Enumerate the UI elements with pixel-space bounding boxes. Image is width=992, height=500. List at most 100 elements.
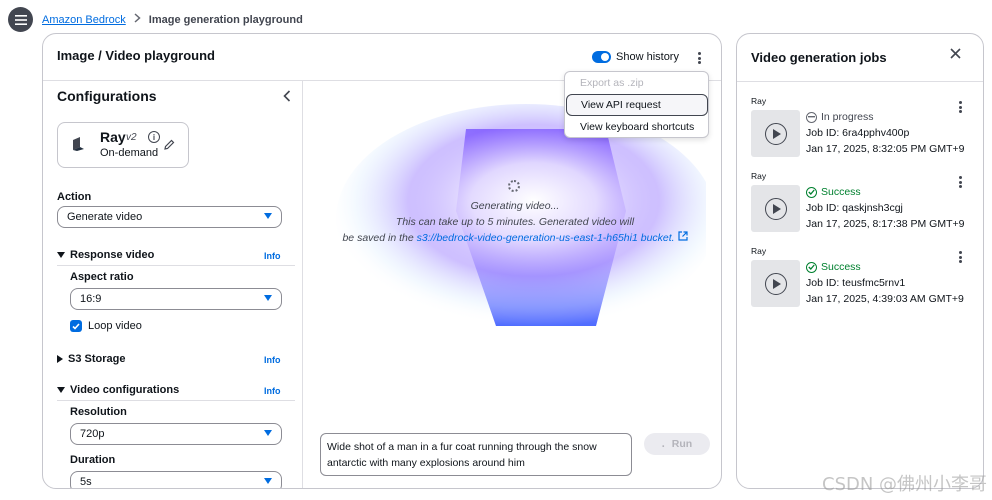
job-status: Success (806, 186, 861, 198)
model-version: v2 (126, 132, 137, 143)
info-icon[interactable]: i (148, 131, 160, 143)
breadcrumb-current: Image generation playground (148, 13, 303, 26)
job-item[interactable]: Ray Success Job ID: teusfmc5rnv1 Jan 17,… (737, 246, 983, 320)
generation-canvas: Generating video... This can take up to … (304, 81, 721, 488)
play-icon (764, 197, 787, 220)
caret-down-icon (264, 295, 272, 301)
job-id: Job ID: teusfmc5rnv1 (806, 277, 906, 289)
model-mode: On-demand (100, 147, 159, 159)
s3-storage-heading: S3 Storage (68, 353, 126, 365)
job-item[interactable]: Ray Success Job ID: qaskjnsh3cgj Jan 17,… (737, 171, 983, 245)
menu-item-view-keyboard-shortcuts[interactable]: View keyboard shortcuts (565, 116, 710, 138)
aspect-ratio-label: Aspect ratio (70, 271, 134, 283)
job-id: Job ID: qaskjnsh3cgj (806, 202, 903, 214)
s3-storage-toggle[interactable]: S3 Storage (57, 353, 125, 365)
action-select[interactable]: Generate video (57, 206, 282, 228)
menu-item-export-zip[interactable]: Export as .zip (565, 72, 710, 94)
breadcrumb: Amazon Bedrock Image generation playgrou… (42, 13, 303, 26)
breadcrumb-amazon-bedrock[interactable]: Amazon Bedrock (42, 14, 126, 26)
triangle-down-icon (57, 387, 65, 393)
checkmark-icon (72, 322, 80, 330)
page-title: Image / Video playground (57, 48, 215, 63)
video-configurations-info-link[interactable]: Info (264, 386, 281, 396)
video-configurations-toggle[interactable]: Video configurations (57, 384, 179, 396)
job-item[interactable]: Ray In progress Job ID: 6ra4pphv400p Jan… (737, 96, 983, 170)
collapse-panel-icon[interactable] (283, 90, 291, 105)
response-video-info-link[interactable]: Info (264, 251, 281, 261)
play-icon (764, 272, 787, 295)
job-model: Ray (751, 246, 767, 256)
success-check-icon (806, 261, 817, 273)
caret-down-icon (264, 213, 272, 219)
menu-item-view-api-request[interactable]: View API request (566, 94, 708, 116)
duration-select[interactable]: 5s (70, 471, 282, 488)
generating-location: be saved in the s3://bedrock-video-gener… (330, 230, 700, 246)
video-thumbnail[interactable] (751, 260, 800, 307)
resolution-value: 720p (80, 428, 105, 440)
luma-logo-icon (71, 137, 85, 154)
aspect-ratio-value: 16:9 (80, 293, 102, 305)
caret-down-icon (264, 478, 272, 484)
divider (57, 400, 295, 401)
video-thumbnail[interactable] (751, 110, 800, 157)
success-check-icon (806, 186, 817, 198)
video-configurations-heading: Video configurations (70, 384, 180, 396)
watermark: CSDN @佛州小李哥 (822, 474, 988, 495)
video-thumbnail[interactable] (751, 185, 800, 232)
edit-pencil-icon[interactable] (164, 139, 175, 153)
resolution-select[interactable]: 720p (70, 423, 282, 445)
jobs-title: Video generation jobs (751, 50, 887, 65)
run-spinner-icon: ․ (661, 438, 665, 449)
configurations-panel: Configurations Ray v2 i On-demand Action… (43, 81, 303, 488)
s3-bucket-link[interactable]: s3://bedrock-video-generation-us-east-1-… (417, 232, 675, 244)
job-status: Success (806, 261, 861, 273)
caret-down-icon (264, 430, 272, 436)
more-options-icon[interactable] (693, 51, 705, 65)
action-label: Action (57, 191, 92, 203)
hamburger-icon (14, 14, 27, 25)
model-card[interactable]: Ray v2 i On-demand (57, 122, 189, 168)
job-date: Jan 17, 2025, 4:39:03 AM GMT+9 (806, 293, 964, 305)
generating-location-prefix: be saved in the (342, 232, 414, 244)
generating-message: Generating video... This can take up to … (330, 198, 700, 246)
job-more-options-icon[interactable] (954, 100, 966, 114)
duration-label: Duration (70, 454, 116, 466)
job-id: Job ID: 6ra4pphv400p (806, 127, 910, 139)
job-model: Ray (751, 171, 767, 181)
action-value: Generate video (67, 211, 143, 223)
show-history-toggle[interactable] (592, 51, 611, 63)
play-icon (764, 122, 787, 145)
job-more-options-icon[interactable] (954, 250, 966, 264)
divider (57, 265, 295, 266)
close-icon[interactable] (950, 46, 961, 63)
model-name: Ray (100, 129, 126, 145)
job-date: Jan 17, 2025, 8:17:38 PM GMT+9 (806, 218, 965, 230)
aspect-ratio-select[interactable]: 16:9 (70, 288, 282, 310)
response-video-toggle[interactable]: Response video (57, 249, 154, 261)
divider (737, 81, 983, 82)
triangle-right-icon (57, 355, 63, 363)
job-model: Ray (751, 96, 767, 106)
prompt-input[interactable]: Wide shot of a man in a fur coat running… (320, 433, 632, 476)
run-button[interactable]: ․ Run (644, 433, 710, 455)
job-date: Jan 17, 2025, 8:32:05 PM GMT+9 (806, 143, 965, 155)
s3-storage-info-link[interactable]: Info (264, 355, 281, 365)
job-more-options-icon[interactable] (954, 175, 966, 189)
more-options-menu: Export as .zip View API request View key… (564, 71, 709, 138)
generating-title: Generating video... (470, 200, 560, 212)
loop-video-label: Loop video (88, 320, 142, 332)
job-status-text: Success (821, 186, 861, 198)
job-status-text: In progress (821, 111, 874, 123)
configurations-title: Configurations (57, 88, 157, 104)
generating-detail: This can take up to 5 minutes. Generated… (395, 216, 635, 228)
video-jobs-panel: Video generation jobs Ray In progress Jo… (736, 33, 984, 489)
job-status-text: Success (821, 261, 861, 273)
navigation-menu-button[interactable] (8, 7, 33, 32)
job-status: In progress (806, 111, 874, 123)
loading-spinner-icon (508, 180, 520, 192)
show-history-label: Show history (616, 51, 679, 63)
external-link-icon[interactable] (677, 231, 688, 244)
resolution-label: Resolution (70, 406, 127, 418)
loop-video-checkbox[interactable] (70, 320, 82, 332)
in-progress-icon (806, 111, 817, 123)
